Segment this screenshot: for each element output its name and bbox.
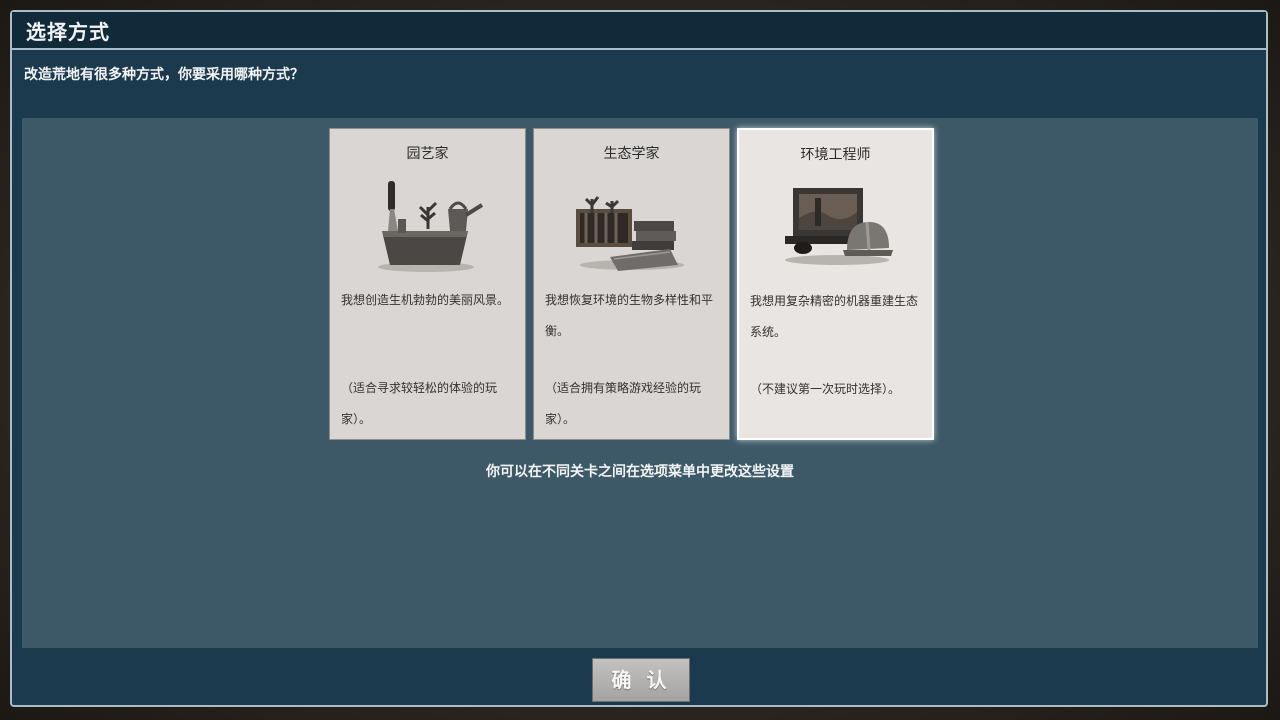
- engineering-gear-icon: [785, 188, 893, 265]
- card-note: （适合寻求较轻松的体验的玩家）。: [341, 381, 498, 426]
- gardening-tools-icon: [378, 181, 484, 272]
- card-description: 我想创造生机勃勃的美丽风景。: [341, 293, 510, 307]
- dialog-title: 选择方式: [26, 20, 110, 44]
- card-note: （适合拥有策略游戏经验的玩家）。: [545, 381, 702, 426]
- ecology-books-icon: [576, 196, 684, 271]
- card-note: （不建议第一次玩时选择）。: [750, 382, 901, 396]
- options-panel: 园艺家 我想创造生机勃勃的美丽风景。 （适合寻求较轻松的体验的玩家）。 生态学家: [22, 118, 1258, 648]
- option-card-ecologist[interactable]: 生态学家 我想恢复环境的生物多样性和平衡。 （适合拥有策略游戏经验的玩家）。: [533, 128, 730, 440]
- card-description: 我想用复杂精密的机器重建生态系统。: [750, 294, 919, 339]
- option-card-gardener[interactable]: 园艺家 我想创造生机勃勃的美丽风景。 （适合寻求较轻松的体验的玩家）。: [329, 128, 526, 440]
- card-description: 我想恢复环境的生物多样性和平衡。: [545, 293, 714, 338]
- dialog-title-bar: 选择方式: [12, 12, 1266, 50]
- card-title: 生态学家: [603, 146, 660, 162]
- settings-hint: 你可以在不同关卡之间在选项菜单中更改这些设置: [486, 464, 794, 480]
- dialog-question: 改造荒地有很多种方式，你要采用哪种方式？: [24, 67, 304, 83]
- choose-mode-dialog: 选择方式 改造荒地有很多种方式，你要采用哪种方式？ 园艺家 我想创造生机勃勃的美…: [10, 10, 1268, 707]
- confirm-button[interactable]: 确 认: [592, 658, 690, 702]
- option-card-engineer[interactable]: 环境工程师 我想用复杂精密的机器重建生态系统。 （不建议第一次玩时选择）。: [737, 128, 934, 440]
- card-title: 环境工程师: [800, 147, 871, 163]
- card-title: 园艺家: [406, 146, 449, 162]
